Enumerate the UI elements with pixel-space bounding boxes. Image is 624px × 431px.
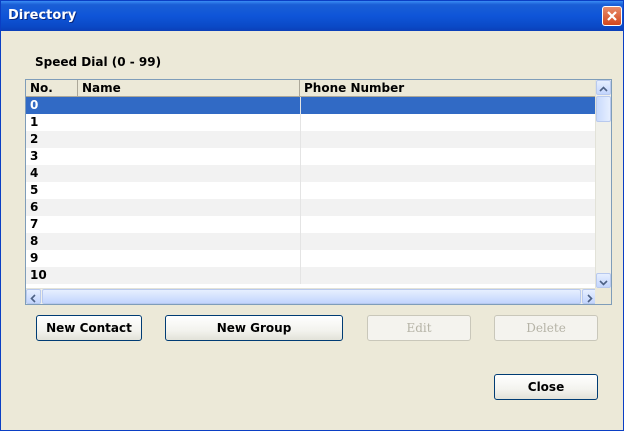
table-row[interactable]: 2 — [26, 131, 598, 148]
speed-dial-list[interactable]: No. Name Phone Number 0 1 2 3 4 5 6 7 8 9 10 — [25, 79, 612, 305]
new-group-button[interactable]: New Group — [165, 315, 343, 341]
row-number: 6 — [30, 200, 39, 214]
scroll-up-icon — [599, 86, 608, 92]
row-number: 3 — [30, 149, 39, 163]
row-name — [78, 182, 301, 199]
row-name — [78, 148, 301, 165]
new-contact-button[interactable]: New Contact — [36, 315, 142, 341]
row-phone — [300, 250, 598, 267]
speed-dial-label: Speed Dial (0 - 99) — [35, 55, 162, 69]
vertical-scroll-thumb[interactable] — [596, 96, 611, 122]
row-name — [78, 199, 301, 216]
vertical-scrollbar[interactable] — [595, 80, 611, 289]
title-bar[interactable]: Directory — [1, 1, 623, 31]
table-row[interactable]: 5 — [26, 182, 598, 199]
row-phone — [300, 216, 598, 233]
horizontal-scrollbar[interactable] — [26, 288, 597, 304]
row-number: 7 — [30, 217, 39, 231]
row-number: 0 — [30, 98, 39, 112]
column-header-phone[interactable]: Phone Number — [300, 80, 597, 96]
row-phone — [300, 131, 598, 148]
row-name — [78, 114, 301, 131]
row-name — [78, 267, 301, 284]
row-number: 8 — [30, 234, 39, 248]
row-number: 5 — [30, 183, 39, 197]
horizontal-scroll-thumb[interactable] — [42, 289, 581, 304]
row-name — [78, 216, 301, 233]
row-phone — [300, 233, 598, 250]
edit-button[interactable]: Edit — [367, 315, 471, 341]
row-phone — [300, 267, 598, 284]
row-number: 4 — [30, 166, 39, 180]
column-header-no[interactable]: No. — [26, 80, 78, 96]
directory-dialog: Directory Speed Dial (0 - 99) No. Name P… — [0, 0, 624, 431]
table-row[interactable]: 3 — [26, 148, 598, 165]
scroll-left-icon — [30, 294, 36, 303]
table-row[interactable]: 4 — [26, 165, 598, 182]
row-phone — [300, 199, 598, 216]
row-name — [78, 233, 301, 250]
row-phone — [300, 165, 598, 182]
row-name — [78, 165, 301, 182]
scroll-down-button[interactable] — [596, 273, 611, 288]
table-row[interactable]: 10 — [26, 267, 598, 284]
row-phone — [300, 148, 598, 165]
scroll-left-button[interactable] — [26, 289, 41, 304]
row-name — [78, 250, 301, 267]
row-name — [78, 131, 301, 148]
row-number: 2 — [30, 132, 39, 146]
column-header-name[interactable]: Name — [78, 80, 300, 96]
row-number: 10 — [30, 268, 47, 282]
row-phone — [300, 182, 598, 199]
table-row[interactable]: 8 — [26, 233, 598, 250]
table-row[interactable]: 1 — [26, 114, 598, 131]
row-number: 9 — [30, 251, 39, 265]
close-button[interactable]: Close — [494, 374, 598, 400]
scroll-up-button[interactable] — [596, 80, 611, 95]
table-row[interactable]: 0 — [26, 97, 598, 114]
list-header: No. Name Phone Number — [26, 80, 597, 97]
scrollbar-corner — [595, 288, 611, 304]
row-name — [78, 97, 301, 114]
row-phone — [300, 114, 598, 131]
window-title: Directory — [8, 8, 77, 23]
table-row[interactable]: 6 — [26, 199, 598, 216]
close-icon — [607, 11, 617, 21]
row-number: 1 — [30, 115, 39, 129]
table-row[interactable]: 9 — [26, 250, 598, 267]
delete-button[interactable]: Delete — [494, 315, 598, 341]
table-row[interactable]: 7 — [26, 216, 598, 233]
close-window-button[interactable] — [602, 6, 622, 26]
row-phone — [300, 97, 598, 114]
